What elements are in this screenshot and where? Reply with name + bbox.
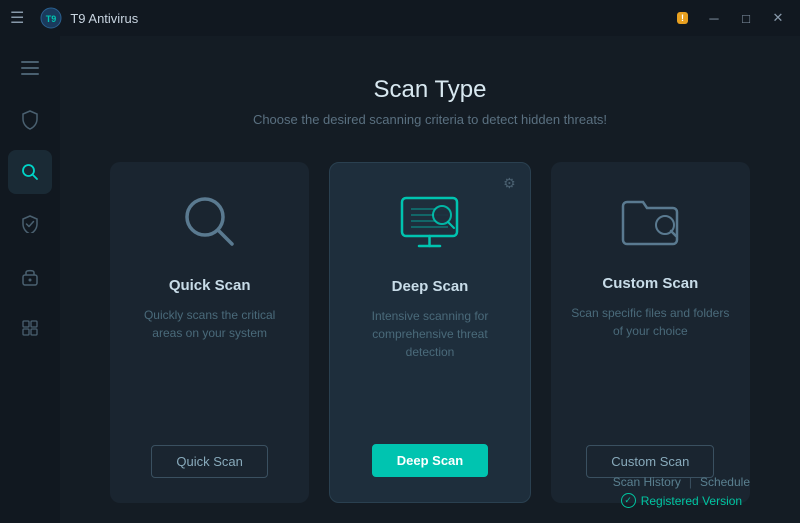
sidebar-item-scan[interactable]: [8, 150, 52, 194]
svg-text:T9: T9: [46, 14, 57, 24]
quick-scan-card: Quick Scan Quickly scans the critical ar…: [110, 162, 309, 503]
content-footer: Scan History | Schedule ✓ Registered Ver…: [613, 475, 750, 508]
notification-badge: !: [677, 12, 688, 24]
quick-scan-desc: Quickly scans the critical areas on your…: [130, 306, 289, 425]
sidebar-item-menu[interactable]: [8, 46, 52, 90]
title-bar: ☰ T9 T9 Antivirus ! ─ □ ✕: [0, 0, 800, 36]
check-icon: ✓: [621, 493, 636, 508]
deep-scan-icon: [397, 193, 462, 258]
registered-badge: ✓ Registered Version: [621, 493, 742, 508]
quick-scan-title: Quick Scan: [169, 277, 251, 294]
app-title: T9 Antivirus: [70, 11, 138, 26]
custom-scan-icon: [619, 192, 681, 255]
custom-scan-desc: Scan specific files and folders of your …: [571, 304, 730, 425]
sidebar: [0, 36, 60, 523]
app-logo: T9: [40, 7, 62, 29]
custom-scan-card: Custom Scan Scan specific files and fold…: [551, 162, 750, 503]
footer-divider: |: [689, 475, 692, 489]
scan-history-link[interactable]: Scan History: [613, 475, 681, 489]
main-layout: Scan Type Choose the desired scanning cr…: [0, 36, 800, 523]
gear-icon[interactable]: ⚙: [503, 175, 516, 192]
sidebar-item-grid[interactable]: [8, 306, 52, 350]
sidebar-item-lock[interactable]: [8, 254, 52, 298]
deep-scan-card: ⚙: [329, 162, 530, 503]
window-controls: ! ─ □ ✕: [677, 7, 792, 29]
title-bar-left: ☰ T9 T9 Antivirus: [10, 7, 138, 29]
page-subtitle: Choose the desired scanning criteria to …: [110, 112, 750, 127]
deep-scan-desc: Intensive scanning for comprehensive thr…: [350, 307, 509, 424]
menu-icon[interactable]: ☰: [10, 8, 24, 28]
custom-scan-title: Custom Scan: [602, 275, 698, 292]
page-header: Scan Type Choose the desired scanning cr…: [110, 76, 750, 127]
deep-scan-title: Deep Scan: [392, 278, 469, 295]
sidebar-item-check[interactable]: [8, 202, 52, 246]
custom-scan-button[interactable]: Custom Scan: [586, 445, 714, 478]
content-area: Scan Type Choose the desired scanning cr…: [60, 36, 800, 523]
minimize-button[interactable]: ─: [700, 7, 728, 29]
footer-links: Scan History | Schedule: [613, 475, 750, 489]
close-button[interactable]: ✕: [764, 7, 792, 29]
schedule-link[interactable]: Schedule: [700, 475, 750, 489]
page-title: Scan Type: [110, 76, 750, 104]
registered-label: Registered Version: [641, 494, 742, 508]
sidebar-item-protection[interactable]: [8, 98, 52, 142]
restore-button[interactable]: □: [732, 7, 760, 29]
scan-cards-container: Quick Scan Quickly scans the critical ar…: [110, 162, 750, 503]
quick-scan-button[interactable]: Quick Scan: [151, 445, 267, 478]
deep-scan-button[interactable]: Deep Scan: [372, 444, 488, 477]
quick-scan-icon: [180, 192, 240, 257]
